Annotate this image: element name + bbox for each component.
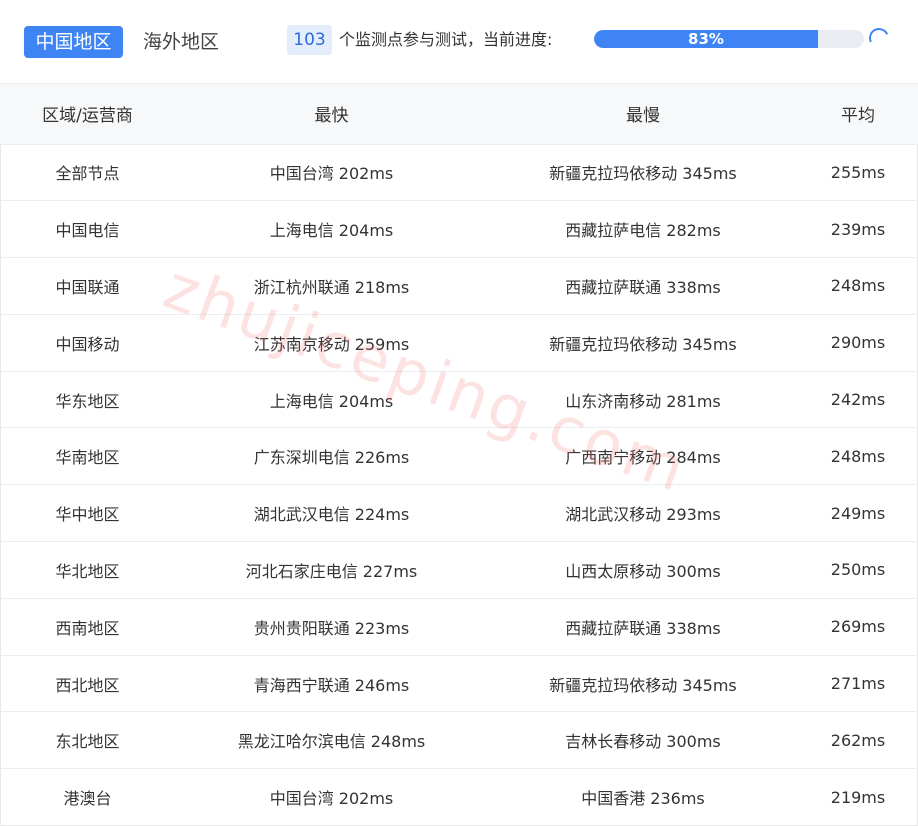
cell-region: 全部节点 (0, 143, 175, 201)
cell-average: 239ms (798, 200, 918, 258)
cell-average: 290ms (798, 313, 918, 372)
header-average: 平均 (841, 106, 875, 127)
loading-spinner-icon (866, 25, 892, 51)
cell-region: 华中地区 (0, 484, 175, 542)
cell-average: 269ms (798, 597, 918, 656)
header-slowest: 最慢 (626, 106, 660, 127)
table-row: 东北地区 黑龙江哈尔滨电信 248ms 吉林长春移动 300ms 262ms (0, 711, 918, 769)
cell-slowest: 新疆克拉玛依移动 345ms (488, 654, 798, 712)
table-row: 中国移动 江苏南京移动 259ms 新疆克拉玛依移动 345ms 290ms (0, 313, 918, 372)
progress-label: 83% (688, 30, 724, 48)
cell-fastest: 贵州贵阳联通 223ms (175, 597, 488, 656)
cell-average: 219ms (798, 768, 918, 826)
cell-slowest: 西藏拉萨联通 338ms (488, 597, 798, 656)
cell-fastest: 浙江杭州联通 218ms (175, 257, 488, 315)
cell-slowest: 吉林长春移动 300ms (488, 711, 798, 769)
cell-average: 249ms (798, 484, 918, 542)
table-row: 西南地区 贵州贵阳联通 223ms 西藏拉萨联通 338ms 269ms (0, 597, 918, 656)
cell-region: 华东地区 (0, 370, 175, 428)
header-fastest: 最快 (314, 106, 349, 127)
node-count-badge: 103 (287, 25, 332, 55)
cell-region: 中国移动 (0, 313, 175, 372)
cell-region: 中国电信 (0, 200, 175, 258)
tab-overseas[interactable]: 海外地区 (143, 26, 219, 58)
cell-region: 东北地区 (0, 711, 175, 769)
cell-fastest: 黑龙江哈尔滨电信 248ms (175, 711, 488, 769)
progress-bar: 83% (594, 30, 864, 48)
table-row: 华东地区 上海电信 204ms 山东济南移动 281ms 242ms (0, 370, 918, 428)
cell-fastest: 中国台湾 202ms (175, 143, 488, 201)
table-header-row: 区域/运营商 最快 最慢 平均 (0, 84, 918, 144)
cell-fastest: 江苏南京移动 259ms (175, 313, 488, 372)
cell-fastest: 湖北武汉电信 224ms (175, 484, 488, 542)
header-region: 区域/运营商 (42, 106, 133, 127)
cell-average: 242ms (798, 370, 918, 428)
cell-average: 262ms (798, 711, 918, 769)
table-row: 华北地区 河北石家庄电信 227ms 山西太原移动 300ms 250ms (0, 541, 918, 599)
cell-region: 西北地区 (0, 654, 175, 712)
cell-region: 华南地区 (0, 427, 175, 485)
cell-fastest: 青海西宁联通 246ms (175, 654, 488, 712)
cell-region: 西南地区 (0, 597, 175, 656)
table-row: 华南地区 广东深圳电信 226ms 广西南宁移动 284ms 248ms (0, 427, 918, 485)
cell-fastest: 广东深圳电信 226ms (175, 427, 488, 485)
cell-slowest: 新疆克拉玛依移动 345ms (488, 313, 798, 372)
table-row: 中国电信 上海电信 204ms 西藏拉萨电信 282ms 239ms (0, 200, 918, 258)
cell-slowest: 广西南宁移动 284ms (488, 427, 798, 485)
cell-average: 255ms (798, 143, 918, 201)
cell-average: 250ms (798, 541, 918, 599)
table-row: 全部节点 中国台湾 202ms 新疆克拉玛依移动 345ms 255ms (0, 143, 918, 201)
toolbar: 中国地区 海外地区 103 个监测点参与测试，当前进度: 83% (0, 0, 918, 84)
cell-region: 中国联通 (0, 257, 175, 315)
cell-slowest: 山西太原移动 300ms (488, 541, 798, 599)
cell-region: 华北地区 (0, 541, 175, 599)
cell-average: 248ms (798, 427, 918, 485)
cell-slowest: 西藏拉萨电信 282ms (488, 200, 798, 258)
cell-average: 248ms (798, 257, 918, 315)
results-table: 区域/运营商 最快 最慢 平均 全部节点 中国台湾 202ms 新疆克拉玛依移动 3… (0, 84, 918, 826)
cell-slowest: 新疆克拉玛依移动 345ms (488, 143, 798, 201)
table-row: 港澳台 中国台湾 202ms 中国香港 236ms 219ms (0, 768, 918, 826)
table-row: 中国联通 浙江杭州联通 218ms 西藏拉萨联通 338ms 248ms (0, 257, 918, 315)
cell-fastest: 中国台湾 202ms (175, 768, 488, 826)
progress-status-text: 个监测点参与测试，当前进度: (339, 30, 553, 49)
cell-fastest: 上海电信 204ms (175, 370, 488, 428)
cell-fastest: 河北石家庄电信 227ms (175, 541, 488, 599)
cell-average: 271ms (798, 654, 918, 712)
cell-fastest: 上海电信 204ms (175, 200, 488, 258)
table-row: 西北地区 青海西宁联通 246ms 新疆克拉玛依移动 345ms 271ms (0, 654, 918, 712)
cell-slowest: 湖北武汉移动 293ms (488, 484, 798, 542)
cell-slowest: 山东济南移动 281ms (488, 370, 798, 428)
tab-china[interactable]: 中国地区 (24, 26, 123, 58)
table-row: 华中地区 湖北武汉电信 224ms 湖北武汉移动 293ms 249ms (0, 484, 918, 542)
cell-slowest: 西藏拉萨联通 338ms (488, 257, 798, 315)
cell-slowest: 中国香港 236ms (488, 768, 798, 826)
cell-region: 港澳台 (0, 768, 175, 826)
